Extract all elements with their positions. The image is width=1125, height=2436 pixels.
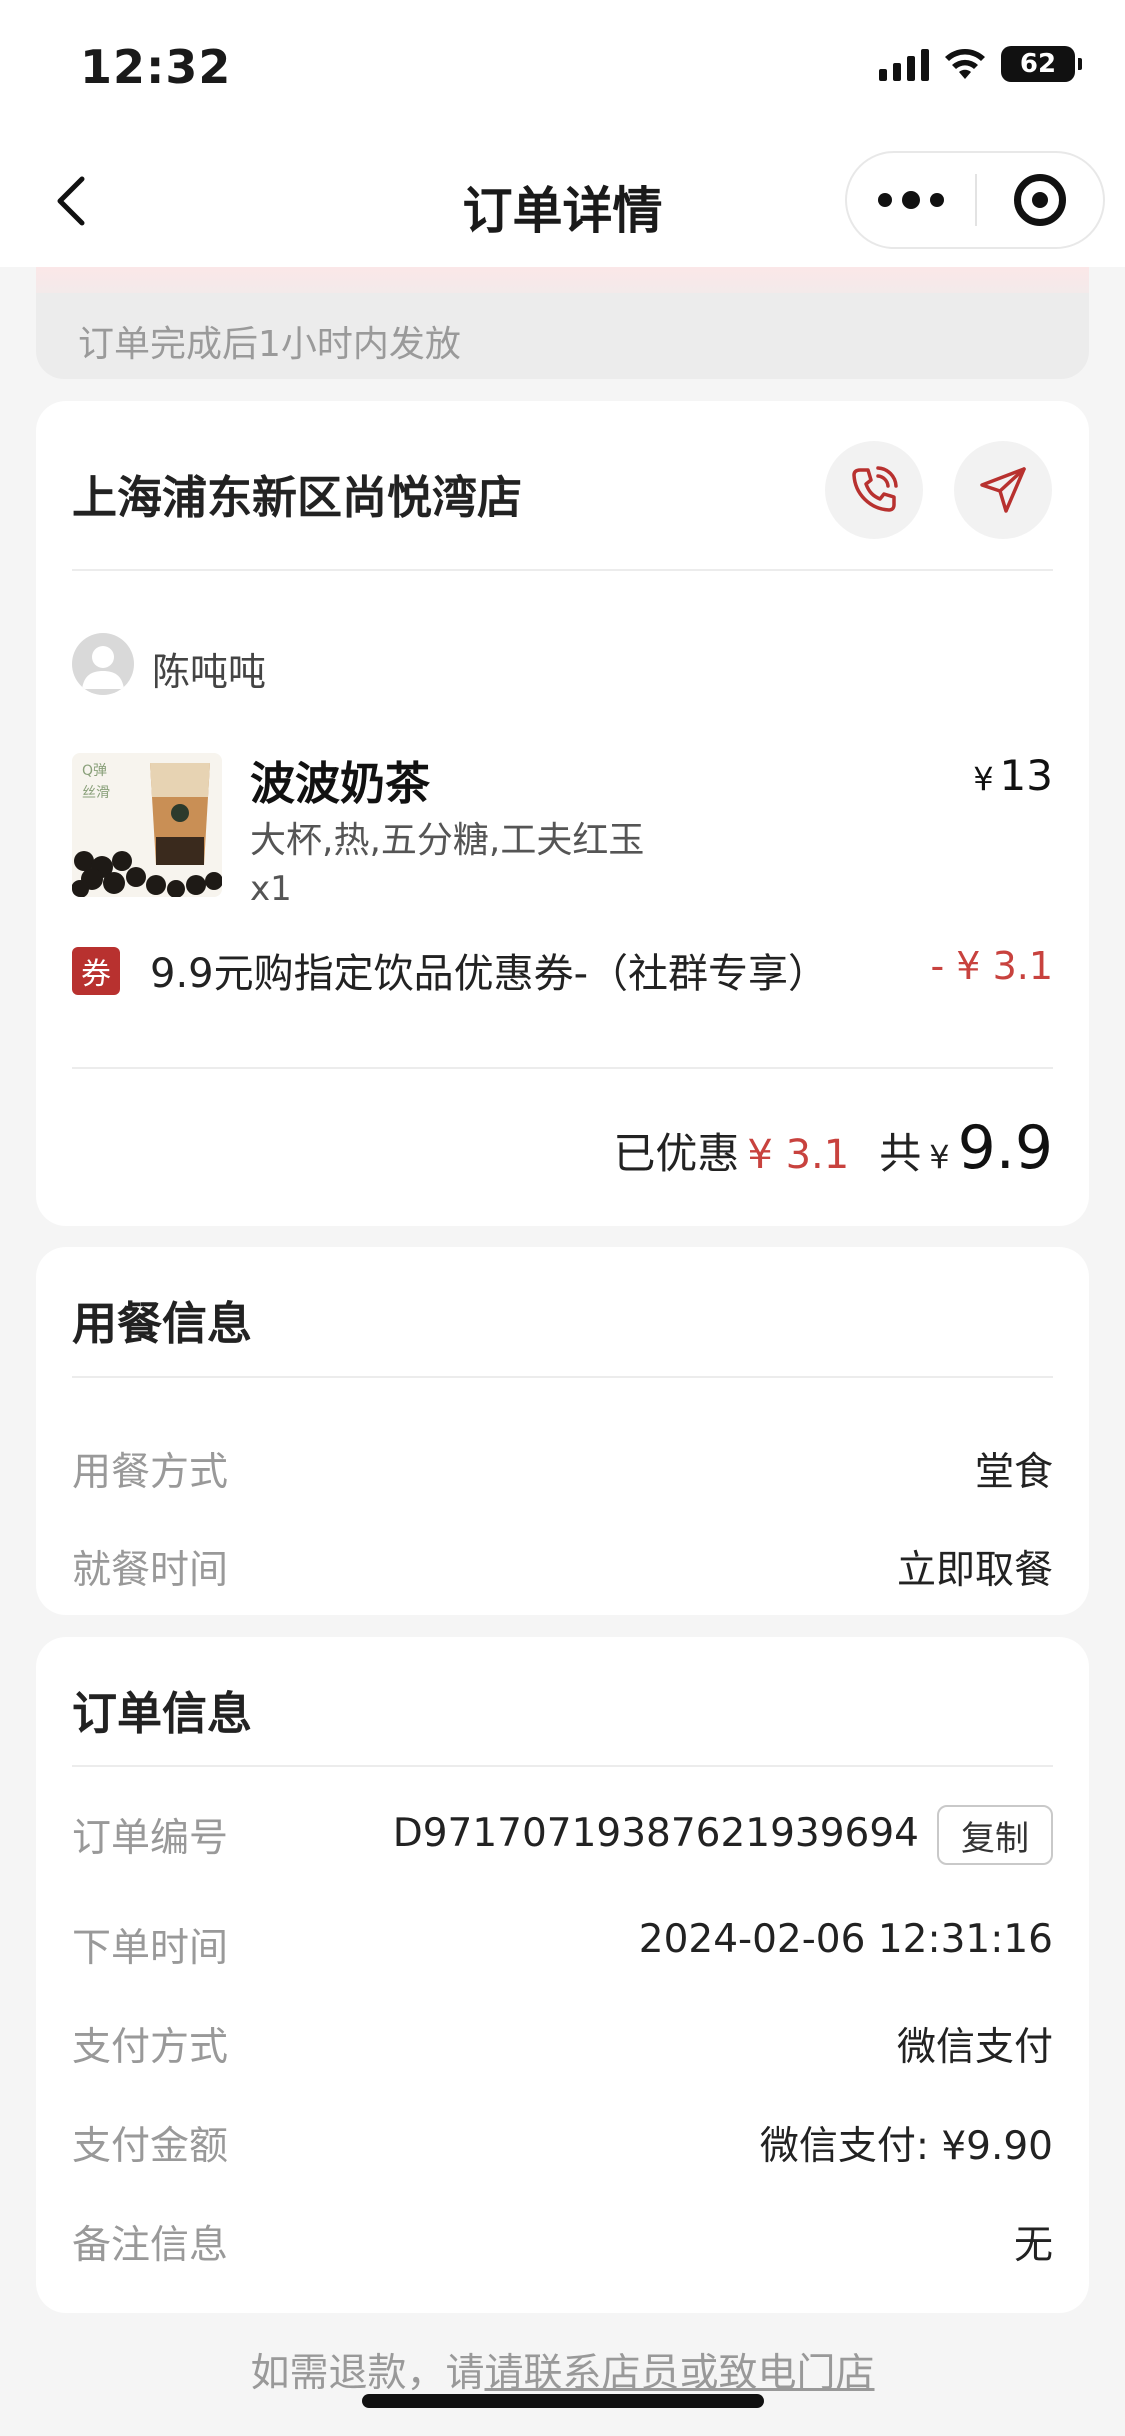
- payment-method-label: 支付方式: [72, 2025, 229, 2070]
- contact-store-link[interactable]: 请联系店员或致电门店: [485, 2351, 875, 2396]
- product-price-value: 13: [999, 751, 1053, 800]
- total-currency: ¥: [929, 1138, 950, 1176]
- payment-method-value: 微信支付: [896, 2025, 1053, 2070]
- target-dot: [1031, 192, 1048, 208]
- currency-symbol: ¥: [973, 760, 994, 798]
- dining-method-value: 堂食: [974, 1450, 1053, 1495]
- payment-amount-label: 支付金额: [72, 2124, 229, 2169]
- battery-icon: 62: [1001, 46, 1082, 82]
- product-name: 波波奶茶: [250, 757, 431, 810]
- status-icons: 62: [879, 46, 1082, 82]
- refund-note: 如需退款，请请联系店员或致电门店: [0, 2342, 1125, 2398]
- close-mini-program-button[interactable]: [977, 153, 1103, 247]
- mini-program-capsule: [845, 151, 1105, 249]
- status-banner-edge: [36, 267, 1089, 293]
- image-caption-2: 丝滑: [82, 784, 110, 801]
- nav-bar: 订单详情: [0, 135, 1125, 267]
- order-number-label: 订单编号: [72, 1816, 229, 1861]
- copy-order-number-button[interactable]: 复制: [937, 1805, 1053, 1865]
- order-time-label: 下单时间: [72, 1926, 229, 1971]
- product-image: Q弹 丝滑: [72, 753, 222, 897]
- navigation-arrow-icon: [980, 467, 1026, 513]
- phone-icon: [852, 466, 898, 512]
- remark-label: 备注信息: [72, 2223, 229, 2268]
- coupon-discount: - ¥ 3.1: [930, 944, 1053, 988]
- divider: [72, 569, 1053, 571]
- divider: [72, 1376, 1053, 1378]
- coupon-text: 9.9元购指定饮品优惠券-（社群专享）: [150, 951, 829, 997]
- store-name: 上海浦东新区尚悦湾店: [72, 471, 523, 524]
- section-title-dining: 用餐信息: [72, 1297, 253, 1350]
- divider: [72, 1765, 1053, 1767]
- more-dot: [902, 191, 920, 209]
- status-bar: 12:32 62: [0, 0, 1125, 135]
- more-dots-icon: [878, 193, 892, 207]
- payment-amount-value: 微信支付: ¥9.90: [759, 2124, 1053, 2169]
- image-caption-1: Q弹: [82, 763, 107, 779]
- target-icon: [1013, 174, 1066, 226]
- saved-label: 已优惠: [613, 1129, 740, 1178]
- refund-note-prefix: 如需退款，请: [250, 2351, 485, 2396]
- saved-amount: ¥ 3.1: [747, 1132, 850, 1178]
- product-spec: 大杯,热,五分糖,工夫红玉: [250, 820, 645, 861]
- more-options-button[interactable]: [847, 153, 975, 247]
- order-info-card: 订单信息 订单编号 D97170719387621939694 复制 下单时间 …: [36, 1637, 1089, 2313]
- avatar: [72, 633, 134, 695]
- total-amount: 9.9: [957, 1113, 1053, 1183]
- status-time: 12:32: [80, 40, 232, 94]
- dining-method-label: 用餐方式: [72, 1450, 229, 1495]
- product-quantity: x1: [250, 869, 292, 909]
- cellular-signal-icon: [879, 47, 929, 81]
- total-label: 共: [879, 1129, 922, 1178]
- product-price: ¥13: [973, 751, 1053, 800]
- more-dot: [930, 193, 944, 207]
- dining-time-label: 就餐时间: [72, 1548, 229, 1593]
- home-indicator[interactable]: [362, 2394, 764, 2408]
- user-avatar-icon: [82, 646, 124, 689]
- user-name: 陈吨吨: [152, 650, 267, 694]
- wifi-icon: [945, 49, 985, 79]
- coupon-badge: 券: [72, 947, 120, 995]
- navigate-to-store-button[interactable]: [954, 441, 1052, 539]
- milk-tea-image: Q弹 丝滑: [72, 753, 222, 897]
- order-number-value: D97170719387621939694: [392, 1811, 919, 1856]
- divider: [72, 1067, 1053, 1069]
- section-title-order: 订单信息: [72, 1687, 253, 1740]
- dining-time-value: 立即取餐: [896, 1548, 1053, 1593]
- call-store-button[interactable]: [825, 441, 923, 539]
- order-total-row: 已优惠 ¥ 3.1 共 ¥ 9.9: [613, 1113, 1053, 1183]
- order-time-value: 2024-02-06 12:31:16: [638, 1917, 1053, 1962]
- notice-strip: 订单完成后1小时内发放: [36, 267, 1089, 379]
- store-card: 上海浦东新区尚悦湾店 陈吨吨 Q弹 丝滑 波波奶茶 ¥ 13 大杯,热,五分糖,…: [36, 401, 1089, 1226]
- remark-value: 无: [1013, 2223, 1053, 2268]
- dining-info-card: 用餐信息 用餐方式 堂食 就餐时间 立即取餐: [36, 1247, 1089, 1615]
- notice-text: 订单完成后1小时内发放: [78, 324, 461, 365]
